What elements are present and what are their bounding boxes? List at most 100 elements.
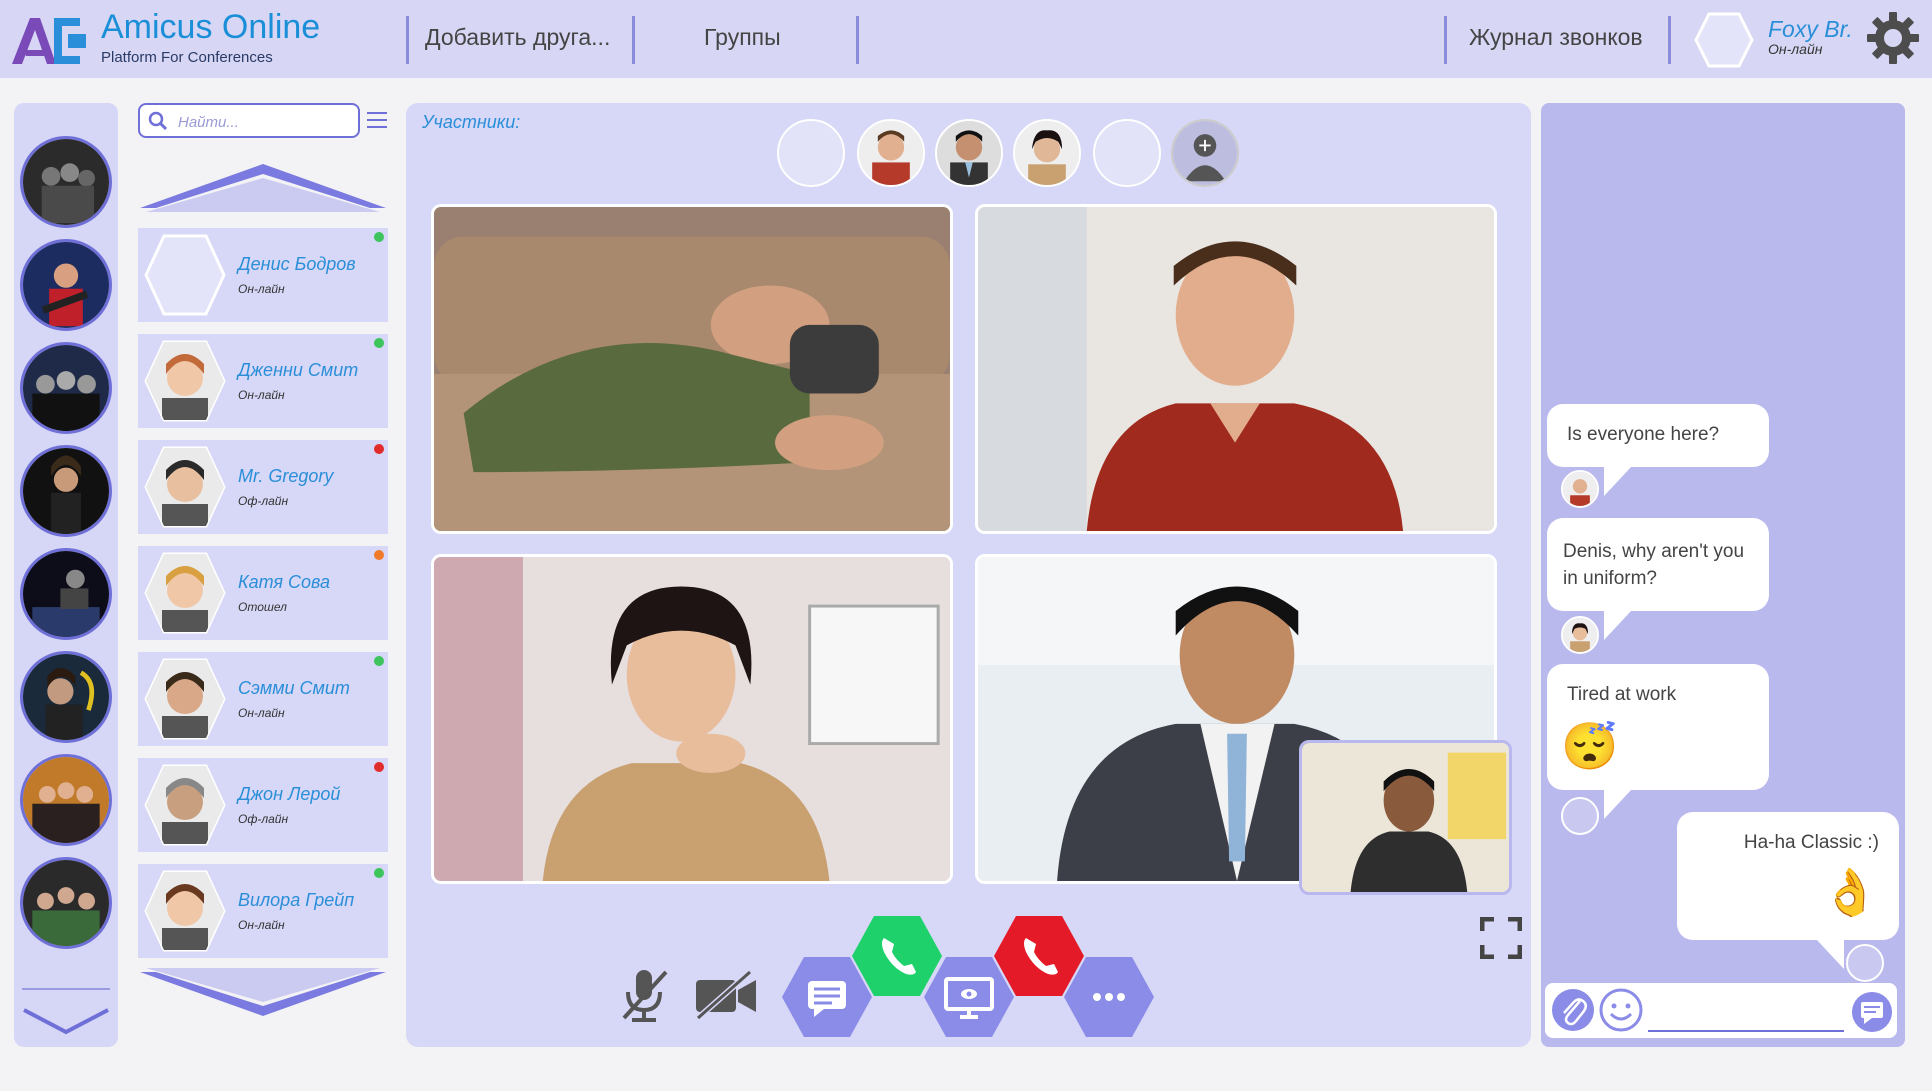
emoji-smiley-icon[interactable] (1598, 987, 1644, 1033)
chat-message-text: Is everyone here? (1567, 424, 1720, 445)
contact-card[interactable]: Денис Бодров Он-лайн (138, 228, 388, 322)
nav-divider (632, 16, 635, 64)
chat-avatar (1561, 470, 1599, 508)
contact-status: Он-лайн (238, 282, 285, 296)
video-tile[interactable] (975, 204, 1497, 534)
group-avatar[interactable] (20, 136, 112, 228)
chat-message-text: Tired at work (1567, 684, 1677, 705)
attach-paperclip-icon[interactable] (1550, 987, 1596, 1033)
contacts-scroll-up-icon[interactable] (138, 160, 388, 212)
contact-name: Джон Лерой (238, 784, 341, 804)
more-options-button[interactable] (1062, 955, 1156, 1039)
contacts-menu-icon[interactable] (366, 110, 388, 130)
self-video-preview[interactable] (1299, 740, 1512, 895)
bubble-tail (1604, 466, 1632, 496)
chat-avatar (1561, 616, 1599, 654)
contact-name: Катя Сова (238, 572, 331, 592)
group-avatar[interactable] (20, 548, 112, 640)
user-avatar[interactable] (1694, 12, 1754, 68)
bubble-tail (1604, 610, 1632, 640)
presence-indicator (374, 656, 384, 666)
contact-name: Дженни Смит (238, 360, 359, 380)
chat-message: Denis, why aren't you in uniform? (1547, 518, 1769, 611)
contact-avatar (144, 870, 226, 952)
nav-divider (1668, 16, 1671, 64)
contact-name: Mr. Gregory (238, 466, 334, 486)
presence-indicator (374, 444, 384, 454)
add-friend-link[interactable]: Добавить друга... (425, 24, 610, 51)
sleeping-emoji-icon: 😴 (1561, 720, 1619, 772)
contact-status: Оф-лайн (238, 812, 289, 826)
chat-avatar (1561, 797, 1599, 835)
ok-hand-emoji-icon: 👌 (1821, 866, 1879, 918)
mic-muted-icon[interactable] (620, 968, 670, 1022)
fullscreen-icon[interactable] (1480, 917, 1522, 959)
groups-link[interactable]: Группы (704, 24, 781, 51)
contact-card[interactable]: Дженни Смит Он-лайн (138, 334, 388, 428)
group-avatar[interactable] (20, 239, 112, 331)
search-icon (148, 111, 168, 131)
chat-message: Is everyone here? (1547, 404, 1769, 467)
presence-indicator (374, 232, 384, 242)
participant-slot-empty[interactable] (1093, 119, 1161, 187)
chat-message-input[interactable] (1648, 1000, 1844, 1032)
presence-indicator (374, 762, 384, 772)
contact-name: Вилора Грейп (238, 890, 355, 910)
rail-scroll-down-icon[interactable] (20, 1006, 112, 1036)
contact-card[interactable]: Mr. Gregory Оф-лайн (138, 440, 388, 534)
contact-status: Оф-лайн (238, 494, 289, 508)
group-avatar[interactable] (20, 857, 112, 949)
participant-avatar[interactable] (857, 119, 925, 187)
group-avatar[interactable] (20, 342, 112, 434)
bubble-tail (1816, 939, 1844, 969)
presence-indicator (374, 868, 384, 878)
group-avatar[interactable] (20, 754, 112, 846)
contact-avatar (144, 446, 226, 528)
search-box[interactable] (138, 103, 360, 138)
contact-name: Денис Бодров (238, 254, 356, 274)
chat-message: Tired at work 😴 (1547, 664, 1769, 790)
contacts-scroll-down-icon[interactable] (138, 968, 388, 1020)
app-title: Amicus Online (101, 8, 321, 46)
contact-card[interactable]: Сэмми Смит Он-лайн (138, 652, 388, 746)
participant-slot-empty[interactable] (777, 119, 845, 187)
rail-divider (22, 988, 110, 990)
settings-gear-icon[interactable] (1865, 10, 1921, 66)
contact-avatar (144, 552, 226, 634)
contact-status: Он-лайн (238, 388, 285, 402)
presence-indicator (374, 338, 384, 348)
contact-card[interactable]: Вилора Грейп Он-лайн (138, 864, 388, 958)
nav-divider (406, 16, 409, 64)
contact-card[interactable]: Джон Лерой Оф-лайн (138, 758, 388, 852)
chat-avatar (1846, 944, 1884, 982)
bubble-tail (1604, 789, 1632, 819)
chat-message-text: Ha-ha Classic :) (1743, 832, 1879, 853)
app-logo (12, 18, 86, 64)
add-participant-button[interactable] (1171, 119, 1239, 187)
contact-status: Он-лайн (238, 918, 285, 932)
contact-status: Отошел (238, 600, 287, 614)
camera-off-icon[interactable] (694, 970, 758, 1020)
participant-avatar[interactable] (935, 119, 1003, 187)
group-avatar[interactable] (20, 651, 112, 743)
current-user-status: Он-лайн (1768, 41, 1823, 57)
participant-avatar[interactable] (1013, 119, 1081, 187)
current-user-name: Foxy Br. (1768, 16, 1853, 42)
contact-avatar (144, 658, 226, 740)
contact-card[interactable]: Катя Сова Отошел (138, 546, 388, 640)
video-tile[interactable] (431, 554, 953, 884)
contact-avatar (144, 340, 226, 422)
search-input[interactable] (176, 109, 350, 135)
chat-message: Ha-ha Classic :) 👌 (1677, 812, 1899, 940)
send-message-icon[interactable] (1850, 990, 1894, 1034)
group-avatar[interactable] (20, 445, 112, 537)
chat-message-text: Denis, why aren't you in uniform? (1563, 541, 1745, 589)
participants-label: Участники: (422, 112, 521, 132)
presence-indicator (374, 550, 384, 560)
contact-avatar (144, 234, 226, 316)
call-log-link[interactable]: Журнал звонков (1469, 24, 1643, 51)
video-tile[interactable] (431, 204, 953, 534)
groups-rail (14, 103, 118, 1047)
contact-avatar (144, 764, 226, 846)
contact-name: Сэмми Смит (238, 678, 350, 698)
